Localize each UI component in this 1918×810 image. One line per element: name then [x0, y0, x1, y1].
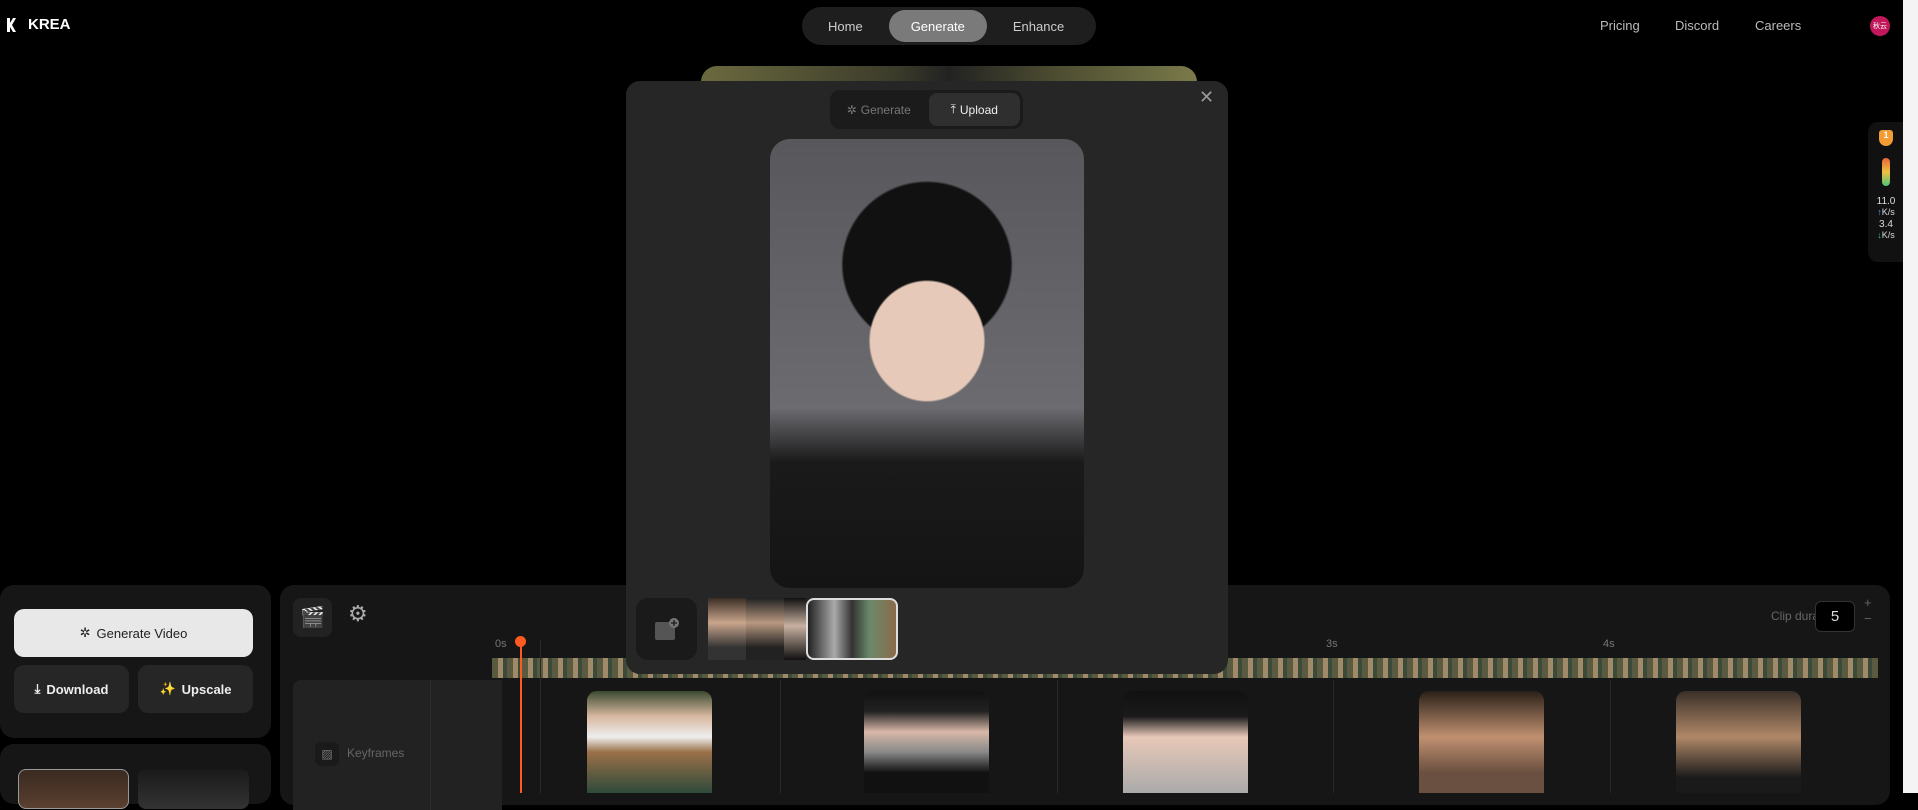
generate-video-button[interactable]: ✲ Generate Video [14, 609, 253, 657]
main-nav: Home Generate Enhance [802, 7, 1096, 45]
add-image-icon [654, 618, 679, 640]
upload-unit: K/s [1881, 207, 1895, 217]
keyframe-card[interactable] [587, 691, 712, 793]
nav-generate[interactable]: Generate [888, 10, 987, 42]
playhead[interactable] [520, 640, 522, 793]
image-thumbnail[interactable] [784, 598, 806, 660]
download-icon: ⤓ [34, 681, 41, 696]
upscale-button[interactable]: ✨ Upscale [138, 665, 253, 713]
shield-badge-icon: 1 [1879, 130, 1893, 146]
clapperboard-icon[interactable]: 🎬 [293, 598, 332, 637]
add-image-button[interactable] [636, 598, 697, 660]
selected-image-preview [770, 139, 1084, 588]
tab-generate[interactable]: ✲ Generate [833, 93, 925, 126]
network-widget: 1 11.0 ↑K/s 3.4 ↓K/s [1868, 122, 1904, 262]
download-label: Download [46, 681, 109, 697]
brand-name: KREA [28, 16, 71, 33]
scrollbar-strip [1903, 0, 1918, 793]
ruler-tick: 3s [1326, 638, 1338, 650]
magic-icon: ✨ [159, 681, 176, 696]
image-picker-modal: ✲ Generate ⤒ Upload ✕ [626, 81, 1228, 674]
modal-tabs: ✲ Generate ⤒ Upload [830, 90, 1023, 129]
image-thumbnail-selected[interactable] [806, 598, 898, 660]
history-thumb[interactable] [18, 769, 129, 809]
history-panel [0, 744, 271, 809]
brand-logo[interactable]: KREA [6, 16, 71, 33]
keyframe-card[interactable] [1419, 691, 1544, 793]
track-header: ▨ Keyframes [293, 680, 502, 810]
increment-button[interactable]: + [1864, 595, 1872, 610]
image-thumbnails [708, 598, 898, 660]
actions-panel: ✲ Generate Video ⤓ Download ✨ Upscale [0, 585, 271, 738]
tab-upload[interactable]: ⤒ Upload [928, 93, 1020, 126]
link-pricing[interactable]: Pricing [1600, 18, 1640, 33]
track-label: Keyframes [347, 746, 405, 760]
keyframe-card[interactable] [864, 691, 989, 793]
decrement-button[interactable]: − [1864, 611, 1872, 626]
link-discord[interactable]: Discord [1675, 18, 1719, 33]
sparkle-icon: ✲ [846, 102, 857, 117]
keyframe-card[interactable] [1123, 691, 1248, 793]
nav-home[interactable]: Home [806, 10, 885, 42]
tab-generate-label: Generate [860, 102, 911, 117]
ruler-tick: 4s [1603, 638, 1615, 650]
upload-speed: 11.0 [1876, 196, 1896, 207]
meter-bar [1882, 158, 1890, 186]
generate-video-label: Generate Video [96, 625, 188, 641]
image-icon: ▨ [315, 742, 339, 766]
upscale-label: Upscale [181, 681, 232, 697]
krea-logo-icon [7, 17, 16, 32]
close-icon[interactable]: ✕ [1199, 87, 1214, 108]
history-thumb[interactable] [138, 769, 249, 809]
image-thumbnail[interactable] [708, 598, 746, 660]
download-speed: 3.4 [1879, 219, 1893, 230]
keyframe-card[interactable] [1676, 691, 1801, 793]
download-button[interactable]: ⤓ Download [14, 665, 129, 713]
image-thumbnail[interactable] [746, 598, 784, 660]
clip-duration-input[interactable]: 5 [1815, 601, 1855, 632]
ruler-tick: 0s [495, 638, 507, 650]
download-unit: K/s [1881, 230, 1895, 240]
avatar[interactable]: 秋云 [1870, 16, 1890, 36]
marker-line [540, 640, 541, 793]
upload-icon: ⤒ [950, 102, 956, 116]
nav-enhance[interactable]: Enhance [991, 10, 1086, 42]
link-careers[interactable]: Careers [1755, 18, 1801, 33]
playhead-handle[interactable] [515, 636, 526, 647]
sparkle-icon: ✲ [79, 625, 91, 640]
tab-upload-label: Upload [959, 102, 998, 117]
gear-icon[interactable]: ⚙ [348, 601, 368, 627]
